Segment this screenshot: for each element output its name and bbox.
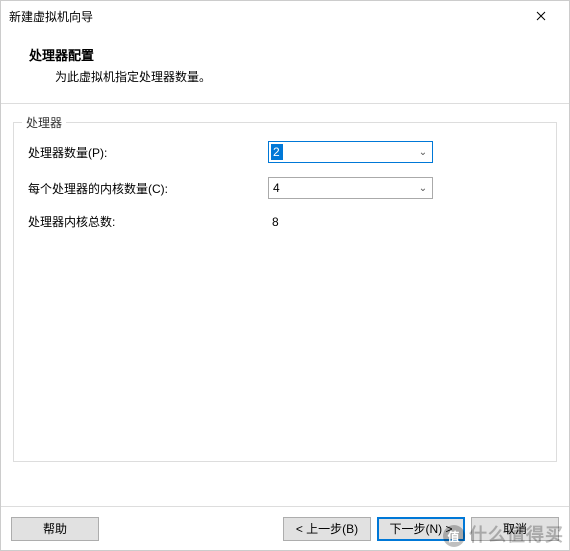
next-button[interactable]: 下一步(N) > [377, 517, 465, 541]
page-subtitle: 为此虚拟机指定处理器数量。 [13, 68, 557, 85]
wizard-footer: 帮助 < 上一步(B) 下一步(N) > 取消 [1, 506, 569, 550]
fieldset-legend: 处理器 [22, 114, 66, 131]
content-area: 处理器 处理器数量(P): 2 ⌄ 每个处理器的内核数量(C): 4 ⌄ 处理器… [1, 104, 569, 506]
row-cores-per-processor: 每个处理器的内核数量(C): 4 ⌄ [28, 177, 542, 199]
chevron-down-icon: ⌄ [414, 183, 432, 194]
row-processor-count: 处理器数量(P): 2 ⌄ [28, 141, 542, 163]
page-title: 处理器配置 [13, 45, 557, 64]
processor-count-dropdown[interactable]: 2 ⌄ [268, 141, 433, 163]
close-icon [536, 11, 546, 21]
processor-count-value: 2 [271, 144, 283, 160]
cancel-button[interactable]: 取消 [471, 517, 559, 541]
cores-per-processor-value: 4 [269, 181, 414, 195]
total-cores-value: 8 [268, 215, 279, 229]
help-button[interactable]: 帮助 [11, 517, 99, 541]
cores-per-processor-dropdown[interactable]: 4 ⌄ [268, 177, 433, 199]
cores-per-processor-label: 每个处理器的内核数量(C): [28, 180, 268, 197]
close-button[interactable] [521, 2, 561, 30]
processor-count-label: 处理器数量(P): [28, 144, 268, 161]
processor-fieldset: 处理器 处理器数量(P): 2 ⌄ 每个处理器的内核数量(C): 4 ⌄ 处理器… [13, 122, 557, 462]
total-cores-label: 处理器内核总数: [28, 213, 268, 230]
window-title: 新建虚拟机向导 [9, 8, 521, 25]
titlebar: 新建虚拟机向导 [1, 1, 569, 31]
wizard-header: 处理器配置 为此虚拟机指定处理器数量。 [1, 31, 569, 104]
chevron-down-icon: ⌄ [414, 147, 432, 158]
wizard-dialog: 新建虚拟机向导 处理器配置 为此虚拟机指定处理器数量。 处理器 处理器数量(P)… [0, 0, 570, 551]
row-total-cores: 处理器内核总数: 8 [28, 213, 542, 230]
back-button[interactable]: < 上一步(B) [283, 517, 371, 541]
